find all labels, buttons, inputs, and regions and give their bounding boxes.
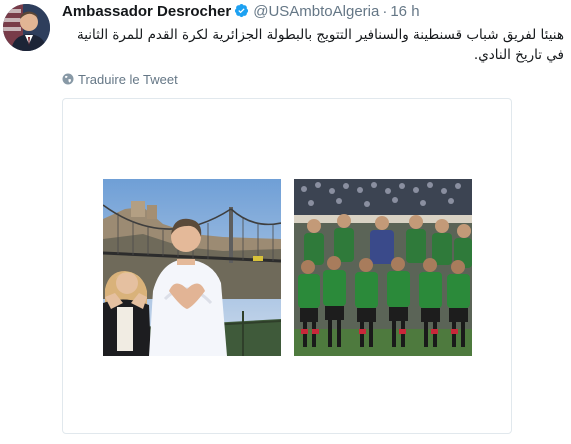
tweet-timestamp[interactable]: 16 h xyxy=(390,3,419,20)
translate-label: Traduire le Tweet xyxy=(78,72,178,87)
separator-dot: · xyxy=(382,3,388,20)
translate-tweet-link[interactable]: Traduire le Tweet xyxy=(62,72,178,88)
verified-badge-icon xyxy=(235,3,249,18)
media-card xyxy=(62,98,512,434)
tweet-text: هنيئا لفريق شباب قسنطينة والسنافير التتو… xyxy=(76,27,564,63)
display-name[interactable]: Ambassador Desrocher xyxy=(62,3,231,20)
profile-avatar[interactable] xyxy=(3,4,50,51)
photo-football-team[interactable] xyxy=(294,179,472,356)
photo-ambassador-bridge[interactable] xyxy=(103,179,281,356)
tweet: Ambassador Desrocher @USAmbtoAlgeria · 16 h… xyxy=(0,0,571,444)
globe-icon xyxy=(62,73,74,85)
user-handle[interactable]: @USAmbtoAlgeria xyxy=(253,3,379,20)
tweet-header: Ambassador Desrocher @USAmbtoAlgeria · 16 h xyxy=(62,3,420,21)
